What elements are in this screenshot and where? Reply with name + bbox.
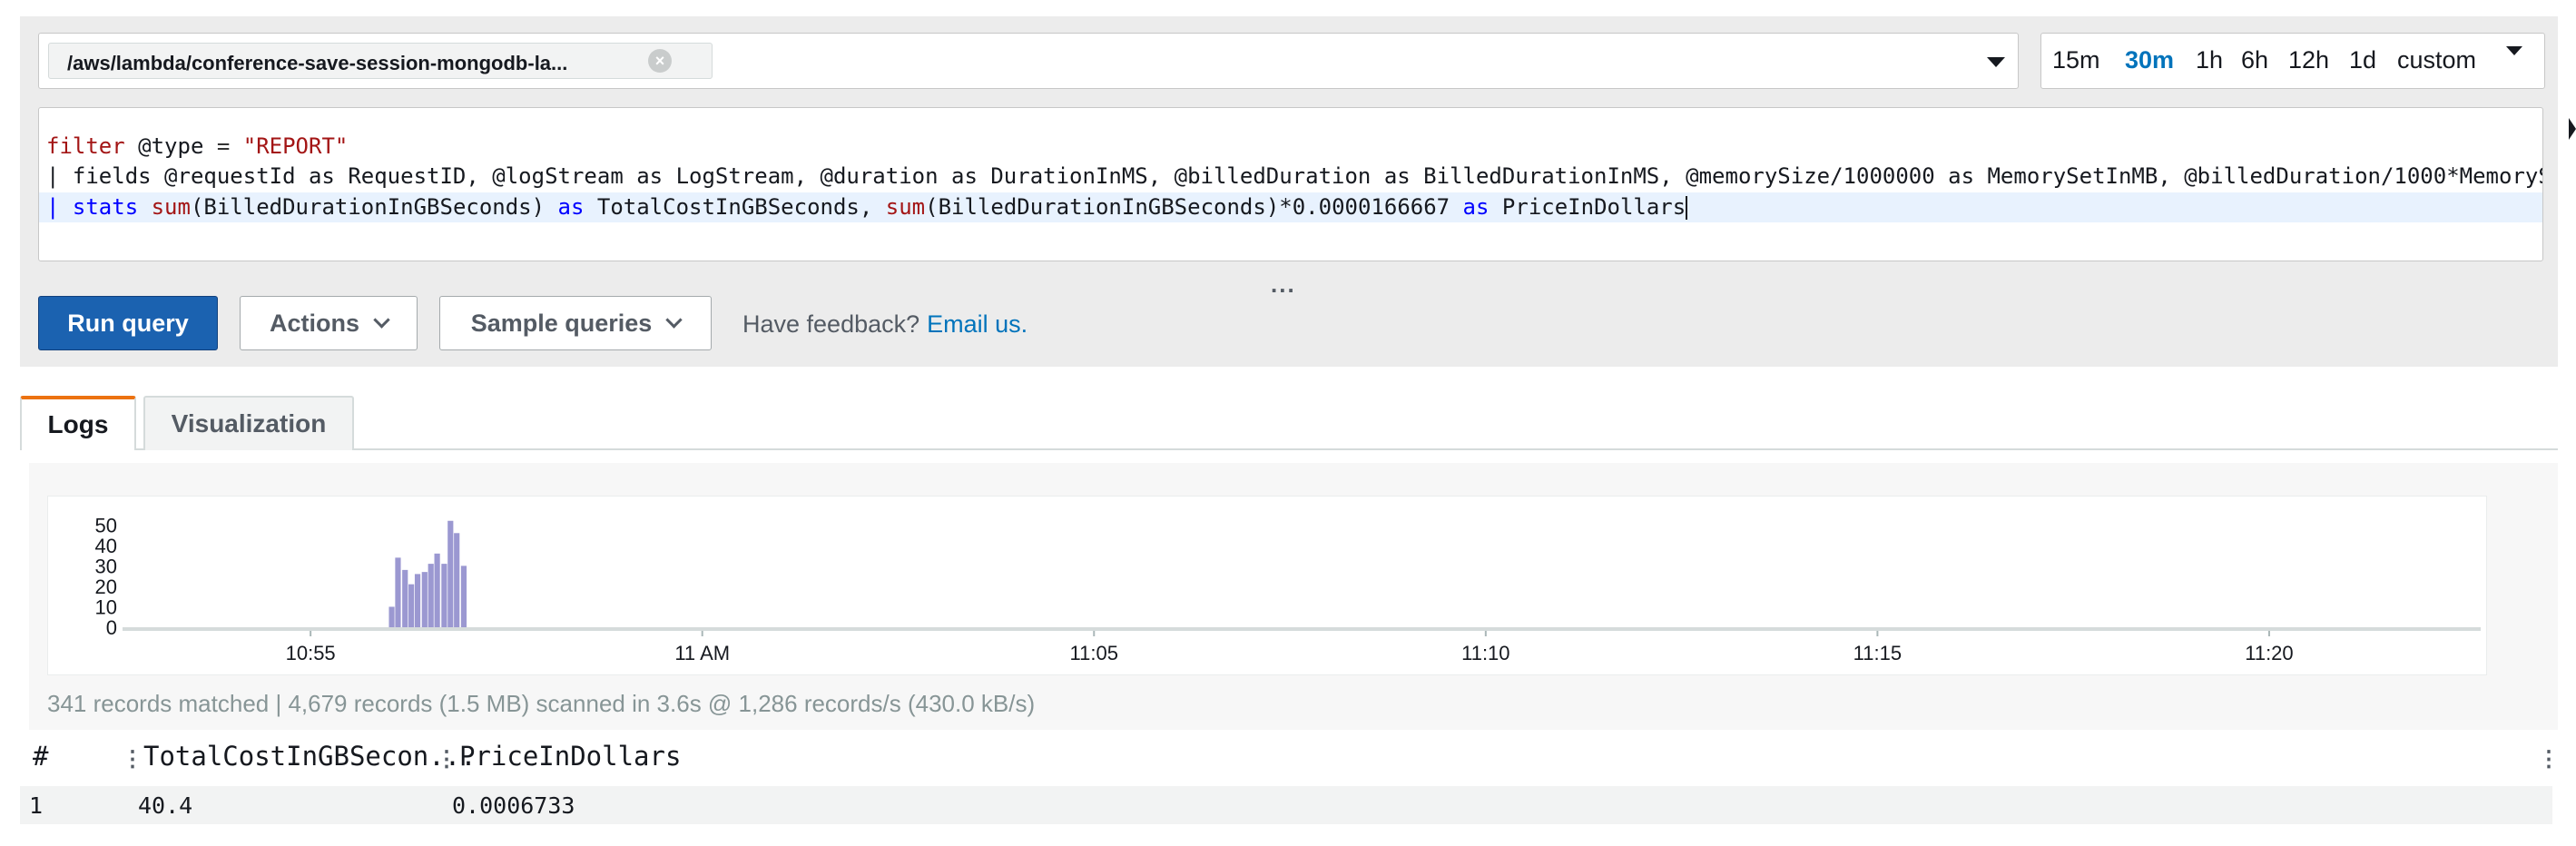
- histogram-bar[interactable]: [408, 584, 415, 627]
- column-menu-icon[interactable]: ⋮: [122, 746, 143, 772]
- time-option-30m[interactable]: 30m: [2125, 46, 2174, 74]
- histogram-x-tick: 11:05: [1070, 642, 1118, 664]
- histogram-x-tick: 11:15: [1853, 642, 1902, 664]
- query-line-1: filter @type = "REPORT": [46, 132, 348, 162]
- table-row[interactable]: [20, 786, 2552, 824]
- caret-down-icon[interactable]: [2506, 46, 2522, 55]
- histogram-y-tick: 10: [95, 595, 117, 618]
- column-header-index: #: [33, 741, 49, 772]
- pipe: |: [46, 194, 73, 220]
- tab-logs[interactable]: Logs: [20, 396, 136, 450]
- query-editor[interactable]: filter @type = "REPORT" | fields @reques…: [38, 107, 2543, 261]
- time-option-1h[interactable]: 1h: [2196, 46, 2223, 74]
- resize-grip-icon[interactable]: ...: [1271, 271, 1296, 299]
- histogram-bar[interactable]: [454, 533, 460, 627]
- histogram-bar[interactable]: [388, 606, 395, 627]
- tab-visualization[interactable]: Visualization: [143, 396, 354, 450]
- column-header-total-cost[interactable]: TotalCostInGBSecon...: [143, 741, 477, 772]
- histogram-bar[interactable]: [421, 572, 428, 627]
- log-histogram: 50403020100 10:55 11 AM 11:05 11:10 11:15 11:2…: [95, 514, 2481, 664]
- op-equals: =: [216, 133, 231, 159]
- kw-stats: stats: [72, 194, 139, 220]
- histogram-x-tick-mark: [1484, 631, 1487, 636]
- cell-total-cost: 40.4: [138, 792, 193, 819]
- column-header-price[interactable]: PriceInDollars: [459, 741, 681, 772]
- log-group-chip: /aws/lambda/conference-save-session-mong…: [48, 43, 713, 79]
- time-option-1d[interactable]: 1d: [2349, 46, 2376, 74]
- histogram-y-tick: 40: [95, 535, 117, 557]
- sample-queries-label: Sample queries: [470, 309, 653, 337]
- actions-label: Actions: [269, 309, 359, 337]
- fn-sum-1: sum: [138, 194, 191, 220]
- panel-expand-icon[interactable]: [2569, 118, 2576, 140]
- actions-button[interactable]: Actions: [240, 296, 418, 350]
- caret-down-icon[interactable]: [1987, 57, 2005, 67]
- tabs-divider: [20, 448, 2558, 450]
- histogram-x-tick: 11:10: [1461, 642, 1509, 664]
- text-cursor: [1686, 196, 1688, 220]
- time-option-15m[interactable]: 15m: [2052, 46, 2100, 74]
- log-group-selector[interactable]: /aws/lambda/conference-save-session-mong…: [38, 33, 2019, 89]
- alias-1: TotalCostInGBSeconds,: [584, 194, 886, 220]
- time-option-12h[interactable]: 12h: [2288, 46, 2329, 74]
- query-line-3: | stats sum(BilledDurationInGBSeconds) a…: [46, 192, 1688, 222]
- feedback-text: Have feedback? Email us.: [742, 310, 1027, 339]
- time-range-selector: 15m 30m 1h 6h 12h 1d custom: [2040, 33, 2545, 89]
- histogram-container: 50 40 30 20 10 0 10:55 11 AM 11:05 11:10 11:15 11:2…: [47, 496, 2487, 675]
- sample-queries-button[interactable]: Sample queries: [439, 296, 712, 350]
- column-menu-icon[interactable]: ⋮: [436, 746, 457, 772]
- histogram-y-tick: 20: [95, 575, 117, 598]
- number-literal: 0.0000166667: [1292, 194, 1450, 220]
- arg-2: (BilledDurationInGBSeconds)*: [925, 194, 1293, 220]
- histogram-y-tick: 50: [95, 514, 117, 536]
- arg-1: (BilledDurationInGBSeconds): [190, 194, 558, 220]
- log-group-name: /aws/lambda/conference-save-session-mong…: [67, 52, 568, 74]
- alias-2: PriceInDollars: [1489, 194, 1686, 220]
- histogram-bar[interactable]: [460, 566, 467, 627]
- histogram-x-tick-mark: [1876, 631, 1879, 636]
- remove-log-group-icon[interactable]: ×: [648, 49, 672, 73]
- time-option-custom[interactable]: custom: [2397, 46, 2476, 74]
- tab-logs-label: Logs: [47, 410, 109, 438]
- email-us-link[interactable]: Email us.: [927, 310, 1027, 338]
- kw-filter: filter: [46, 133, 125, 159]
- histogram-bar[interactable]: [395, 557, 401, 627]
- histogram-x-tick-mark: [1093, 631, 1096, 636]
- chevron-down-icon: [665, 310, 683, 329]
- histogram-bar[interactable]: [441, 564, 447, 627]
- kw-as-1: as: [557, 194, 585, 220]
- feedback-question: Have feedback?: [742, 310, 920, 338]
- fn-sum-2: sum: [885, 194, 926, 220]
- chevron-down-icon: [373, 310, 390, 329]
- tab-visualization-label: Visualization: [171, 409, 327, 438]
- query-line-2: | fields @requestId as RequestID, @logSt…: [46, 162, 2543, 192]
- cell-price: 0.0006733: [452, 792, 575, 819]
- cell-index: 1: [29, 792, 44, 819]
- field-type: @type: [124, 133, 217, 159]
- histogram-x-tick: 10:55: [286, 642, 336, 664]
- records-summary: 341 records matched | 4,679 records (1.5…: [47, 690, 1036, 717]
- histogram-bar[interactable]: [414, 574, 421, 627]
- histogram-x-tick-mark: [2267, 631, 2270, 636]
- histogram-bar[interactable]: [434, 553, 440, 627]
- kw-as-2: as: [1450, 194, 1490, 220]
- run-query-button[interactable]: Run query: [38, 296, 218, 350]
- histogram-x-tick-mark: [310, 631, 312, 636]
- string-report: "REPORT": [230, 133, 349, 159]
- histogram-bar[interactable]: [447, 520, 454, 627]
- histogram-x-tick: 11 AM: [674, 642, 730, 664]
- fields-clause: | fields @requestId as RequestID, @logSt…: [46, 163, 2543, 189]
- histogram-y-tick: 0: [106, 616, 117, 639]
- histogram-bar[interactable]: [402, 569, 408, 627]
- histogram-y-tick: 30: [95, 555, 117, 577]
- histogram-x-tick: 11:20: [2245, 642, 2293, 664]
- time-option-6h[interactable]: 6h: [2241, 46, 2268, 74]
- run-query-label: Run query: [67, 309, 189, 337]
- histogram-bar[interactable]: [428, 564, 434, 627]
- histogram-x-tick-mark: [701, 631, 703, 636]
- table-menu-icon[interactable]: ⋮: [2538, 746, 2560, 772]
- histogram-baseline: [123, 627, 2481, 631]
